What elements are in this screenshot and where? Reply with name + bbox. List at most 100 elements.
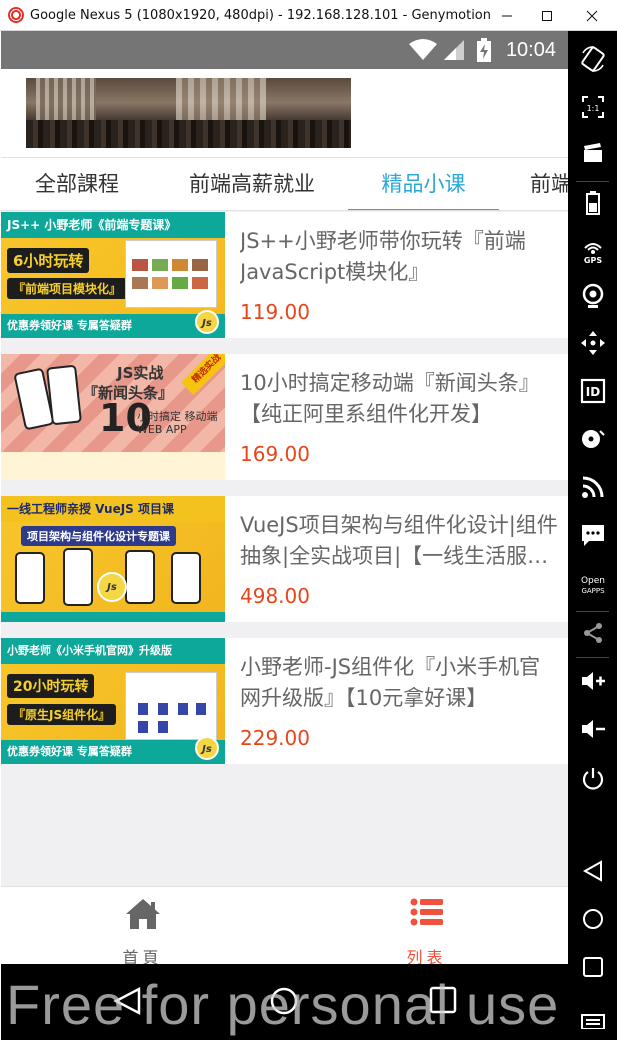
open-gapps-button[interactable]: Open GAPPS [568,565,617,605]
svg-text:ID: ID [585,385,599,399]
recents-square-icon [582,957,603,977]
open-gapps-icon: OpenGAPPS [580,576,605,595]
window-title: Google Nexus 5 (1080x1920, 480dpi) - 192… [30,7,491,23]
js-logo-icon: Js [195,736,219,760]
course-thumbnail[interactable]: JS实战 『新闻头条』 10 小时搞定 移动端 WEB APP 精选实战 [1,354,225,480]
course-thumbnail[interactable]: JS++ 小野老师《前端专题课》 6小时玩转 『前端项目模块化』 优惠券领好课 … [1,212,225,338]
course-card[interactable]: 小野老师《小米手机官网》升级版 20小时玩转 『原生JS组件化』 优惠券领好课 … [1,638,568,764]
tab-label: 前端高薪就业 [189,172,315,196]
rotate-button[interactable] [568,39,617,79]
course-price: 119.00 [240,300,310,324]
thumb-subtitle: 小时搞定 移动端 WEB APP [137,410,218,436]
course-thumbnail[interactable]: 小野老师《小米手机官网》升级版 20小时玩转 『原生JS组件化』 优惠券领好课 … [1,638,225,764]
course-title: 10小时搞定移动端『新闻头条』【纯正阿里系组件化开发】 [240,371,540,426]
header-banner-image[interactable] [26,78,351,148]
android-home-button[interactable] [568,899,617,939]
share-button[interactable] [568,613,617,653]
svg-text:GAPPS: GAPPS [581,587,605,595]
svg-text:1:1: 1:1 [586,104,599,113]
watermark-text: Free for personal use [6,973,560,1036]
thumb-phone-image [63,548,93,606]
wifi-icon [408,39,437,60]
network-button[interactable] [568,467,617,507]
course-price: 498.00 [240,584,310,608]
thumb-header: 小野老师《小米手机官网》升级版 [1,638,225,664]
thumb-phone-image [15,552,45,604]
volume-down-icon [581,720,605,738]
close-button[interactable] [572,0,612,31]
back-triangle-icon [582,860,602,882]
thumb-header: 一线工程师亲授 VueJS 项目课 [1,496,225,522]
thumb-badge: 『前端项目模块化』 [7,278,128,299]
share-icon [583,623,602,643]
course-card[interactable]: JS实战 『新闻头条』 10 小时搞定 移动端 WEB APP 精选实战 10小… [1,354,568,480]
js-logo-icon: Js [195,310,219,334]
course-card[interactable]: JS++ 小野老师《前端专题课》 6小时玩转 『前端项目模块化』 优惠券领好课 … [1,212,568,338]
volume-up-icon [581,672,605,690]
device-id-button[interactable]: ID [568,371,617,411]
js-logo-icon: Js [97,572,127,602]
battery-button[interactable] [568,183,617,223]
pixel-perfect-button[interactable]: 1:1 [568,87,617,127]
battery-icon [585,191,600,215]
tab-all-courses[interactable]: 全部課程 [14,158,140,210]
svg-text:GPS: GPS [583,256,601,264]
active-tab-indicator [348,209,499,210]
capture-button[interactable] [568,133,617,173]
rotate-icon [580,46,605,72]
bottom-navigation: 首頁 列表 [1,886,568,967]
volume-down-button[interactable] [568,709,617,749]
close-icon [586,10,598,21]
android-menu-button[interactable] [568,1001,617,1037]
course-price: 169.00 [240,442,310,466]
android-recents-button[interactable] [568,947,617,987]
window-titlebar: Google Nexus 5 (1080x1920, 480dpi) - 192… [0,0,617,31]
thumb-badge: 项目架构与组件化设计专题课 [21,526,176,546]
menu-icon [580,1014,605,1029]
tab-label: 前端 [530,172,568,196]
disk-icon [581,430,605,448]
maximize-icon [542,10,552,21]
minimize-button[interactable] [487,0,527,31]
cell-signal-icon [443,40,464,60]
thumb-phone-image [46,364,82,426]
maximize-button[interactable] [527,0,567,31]
course-card[interactable]: 一线工程师亲授 VueJS 项目课 项目架构与组件化设计专题课 Js VueJS… [1,496,568,622]
webcam-button[interactable] [568,276,617,316]
volume-up-button[interactable] [568,661,617,701]
disk-io-button[interactable] [568,419,617,459]
phone-sms-button[interactable] [568,515,617,555]
tab-frontend-career[interactable]: 前端高薪就业 [169,158,335,210]
thumb-screenshot [125,240,217,308]
dpad-button[interactable] [568,323,617,363]
genymotion-toolbar: 1:1 GPS ID Open GAPPS [568,31,617,1040]
id-icon: ID [580,378,605,404]
nav-list[interactable]: 列表 [285,887,568,967]
course-thumbnail[interactable]: 一线工程师亲授 VueJS 项目课 项目架构与组件化设计专题课 Js [1,496,225,622]
tab-label: 精品小课 [381,172,466,196]
clapper-icon [583,143,602,162]
rss-icon [581,476,603,498]
thumb-badge: 『原生JS组件化』 [7,704,117,725]
power-icon [582,768,603,790]
tab-frontend-more[interactable]: 前端 [521,158,568,210]
nav-home[interactable]: 首頁 [1,887,284,967]
list-icon [410,898,443,926]
thumb-footer: 优惠券领好课 专属答疑群 [1,740,225,764]
dpad-icon [580,331,605,355]
emulator-window: Google Nexus 5 (1080x1920, 480dpi) - 192… [0,0,617,1040]
genymotion-icon [8,7,24,23]
thumb-badge: 20小时玩转 [7,674,95,698]
pixel-perfect-icon: 1:1 [581,96,604,118]
app-header [1,69,568,158]
thumb-strip [1,452,225,480]
category-tabs: 全部課程 前端高薪就业 精品小课 前端 [1,158,568,211]
course-title: VueJS项目架构与组件化设计|组件抽象|全实战项目|【一线生活服务类】 [240,513,558,568]
android-back-button[interactable] [568,851,617,891]
tab-label: 全部課程 [35,172,119,196]
gps-button[interactable]: GPS [568,231,617,271]
thumb-badge: 6小时玩转 [7,248,90,273]
power-button[interactable] [568,759,617,799]
tab-premium-mini-courses[interactable]: 精品小课 [348,158,499,210]
thumb-phone-image [125,550,155,604]
